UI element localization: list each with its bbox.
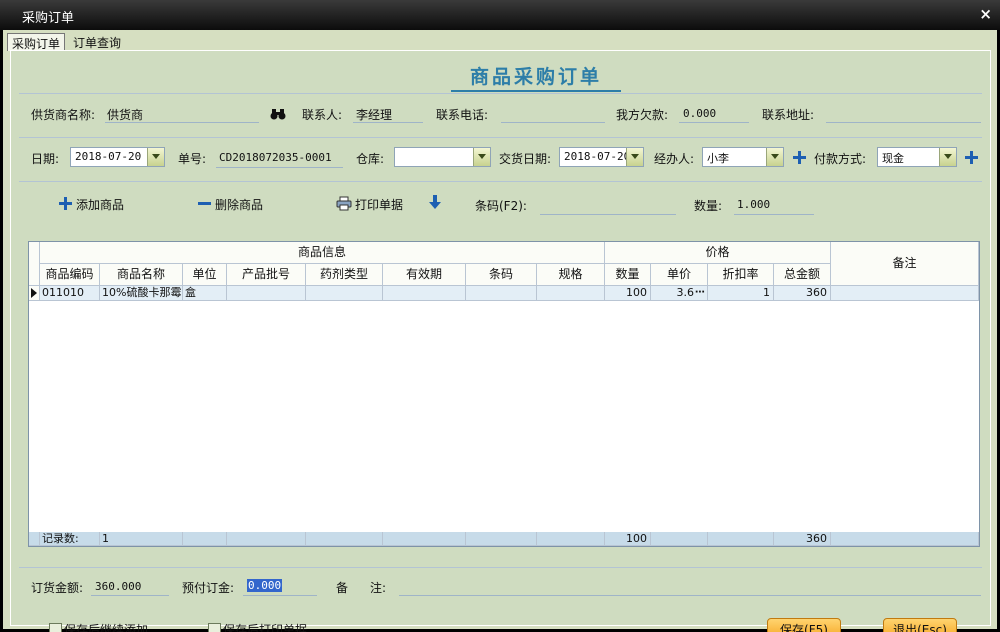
- cell-total[interactable]: 360: [774, 286, 831, 301]
- footer-record-label: 记录数:: [40, 532, 100, 546]
- printer-icon: [336, 196, 352, 211]
- save-button[interactable]: 保存(F5): [767, 618, 841, 632]
- supplier-label: 供货商名称:: [31, 108, 96, 122]
- debt-value: 0.000: [683, 107, 717, 120]
- prepay-input[interactable]: 0.000: [247, 579, 283, 592]
- barcode-label: 条码(F2):: [475, 199, 527, 213]
- group-header-price: 价格: [605, 242, 831, 264]
- column-header-discount[interactable]: 折扣率: [708, 264, 774, 286]
- column-header-name[interactable]: 商品名称: [100, 264, 183, 286]
- continue-add-label[interactable]: 保存后继续添加: [64, 621, 148, 632]
- binoculars-icon[interactable]: [270, 108, 286, 120]
- continue-add-checkbox[interactable]: [49, 623, 62, 632]
- contact-field[interactable]: 李经理: [356, 106, 392, 123]
- chevron-down-icon[interactable]: [626, 148, 643, 166]
- column-header-qty[interactable]: 数量: [605, 264, 651, 286]
- chevron-down-icon[interactable]: [147, 148, 164, 166]
- minus-icon: [198, 202, 211, 205]
- cell-barcode[interactable]: [466, 286, 537, 301]
- column-header-price[interactable]: 单价: [651, 264, 708, 286]
- window-title: 采购订单: [22, 11, 75, 26]
- cell-spec[interactable]: [537, 286, 605, 301]
- debt-label: 我方欠款:: [616, 108, 669, 122]
- contact-label: 联系人:: [302, 108, 343, 122]
- print-after-checkbox[interactable]: [208, 623, 221, 632]
- order-panel: 商品采购订单 供货商名称: 供货商 联系人: 李经理 联系电话: 我方欠款: 0…: [10, 50, 991, 632]
- column-header-spec[interactable]: 规格: [537, 264, 605, 286]
- address-label: 联系地址:: [762, 108, 815, 122]
- delete-product-button[interactable]: 删除商品: [215, 196, 263, 213]
- cell-batch[interactable]: [227, 286, 306, 301]
- window-frame: 采购订单 订单查询 商品采购订单 供货商名称: 供货商 联系人: 李经理 联系电…: [3, 30, 997, 632]
- order-items-grid[interactable]: 商品信息 价格 备注 商品编码 商品名称 单位 产品批号 药剂类型 有效期 条码…: [28, 241, 980, 547]
- chevron-down-icon[interactable]: [766, 148, 783, 166]
- page-title: 商品采购订单: [451, 64, 621, 92]
- column-header-batch[interactable]: 产品批号: [227, 264, 306, 286]
- add-icon: [59, 197, 72, 210]
- cell-name[interactable]: 10%硫酸卡那霉: [100, 286, 183, 301]
- tab-purchase-order[interactable]: 采购订单: [7, 33, 65, 51]
- payment-label: 付款方式:: [814, 152, 867, 166]
- close-icon[interactable]: ×: [979, 5, 992, 23]
- amount-value: 360.000: [95, 580, 142, 593]
- column-header-barcode[interactable]: 条码: [466, 264, 537, 286]
- add-payment-icon[interactable]: [965, 151, 978, 164]
- date-picker[interactable]: 2018-07-20: [70, 147, 165, 167]
- amount-label: 订货金额:: [31, 581, 84, 595]
- window-titlebar: 采购订单 ×: [0, 0, 1000, 30]
- cell-discount[interactable]: 1: [708, 286, 774, 301]
- warehouse-select[interactable]: [394, 147, 491, 167]
- footer-record-count: 1: [100, 532, 183, 546]
- quantity-input[interactable]: 1.000: [737, 198, 770, 211]
- exit-button[interactable]: 退出(Esc): [883, 618, 957, 632]
- note-label-2: 注:: [370, 581, 387, 595]
- supplier-field[interactable]: 供货商: [107, 106, 143, 123]
- prepay-label: 预付订金:: [182, 581, 235, 595]
- footer-qty-sum: 100: [605, 532, 651, 546]
- group-header-info: 商品信息: [40, 242, 605, 264]
- warehouse-label: 仓库:: [356, 152, 385, 166]
- add-handler-icon[interactable]: [793, 151, 806, 164]
- delivery-label: 交货日期:: [499, 152, 552, 166]
- number-label: 单号:: [178, 152, 207, 166]
- delivery-date-picker[interactable]: 2018-07-20: [559, 147, 644, 167]
- footer-total-sum: 360: [774, 532, 831, 546]
- handler-select[interactable]: 小李: [702, 147, 784, 167]
- column-header-type[interactable]: 药剂类型: [306, 264, 383, 286]
- tab-order-query[interactable]: 订单查询: [69, 33, 131, 51]
- quantity-label: 数量:: [694, 199, 723, 213]
- arrow-down-icon[interactable]: [429, 195, 441, 210]
- date-label: 日期:: [31, 152, 60, 166]
- column-header-remark[interactable]: 备注: [831, 242, 979, 286]
- column-header-expiry[interactable]: 有效期: [383, 264, 466, 286]
- cell-type[interactable]: [306, 286, 383, 301]
- cell-remark[interactable]: [831, 286, 979, 301]
- print-after-label[interactable]: 保存后打印单据: [223, 621, 307, 632]
- order-number: CD2018072035-0001: [219, 151, 332, 164]
- phone-label: 联系电话:: [436, 108, 489, 122]
- cell-unit[interactable]: 盒: [183, 286, 227, 301]
- cell-expiry[interactable]: [383, 286, 466, 301]
- add-product-button[interactable]: 添加商品: [76, 196, 124, 213]
- column-header-unit[interactable]: 单位: [183, 264, 227, 286]
- payment-select[interactable]: 现金: [877, 147, 957, 167]
- column-header-code[interactable]: 商品编码: [40, 264, 100, 286]
- cell-qty[interactable]: 100: [605, 286, 651, 301]
- column-header-total[interactable]: 总金额: [774, 264, 831, 286]
- cell-code[interactable]: 011010: [40, 286, 100, 301]
- chevron-down-icon[interactable]: [939, 148, 956, 166]
- ellipsis-icon[interactable]: ⋯: [695, 287, 705, 298]
- row-pointer-icon: [29, 286, 40, 301]
- divider: [19, 93, 982, 94]
- handler-label: 经办人:: [654, 152, 695, 166]
- chevron-down-icon[interactable]: [473, 148, 490, 166]
- note-label-1: 备: [336, 581, 349, 595]
- print-button[interactable]: 打印单据: [355, 196, 403, 213]
